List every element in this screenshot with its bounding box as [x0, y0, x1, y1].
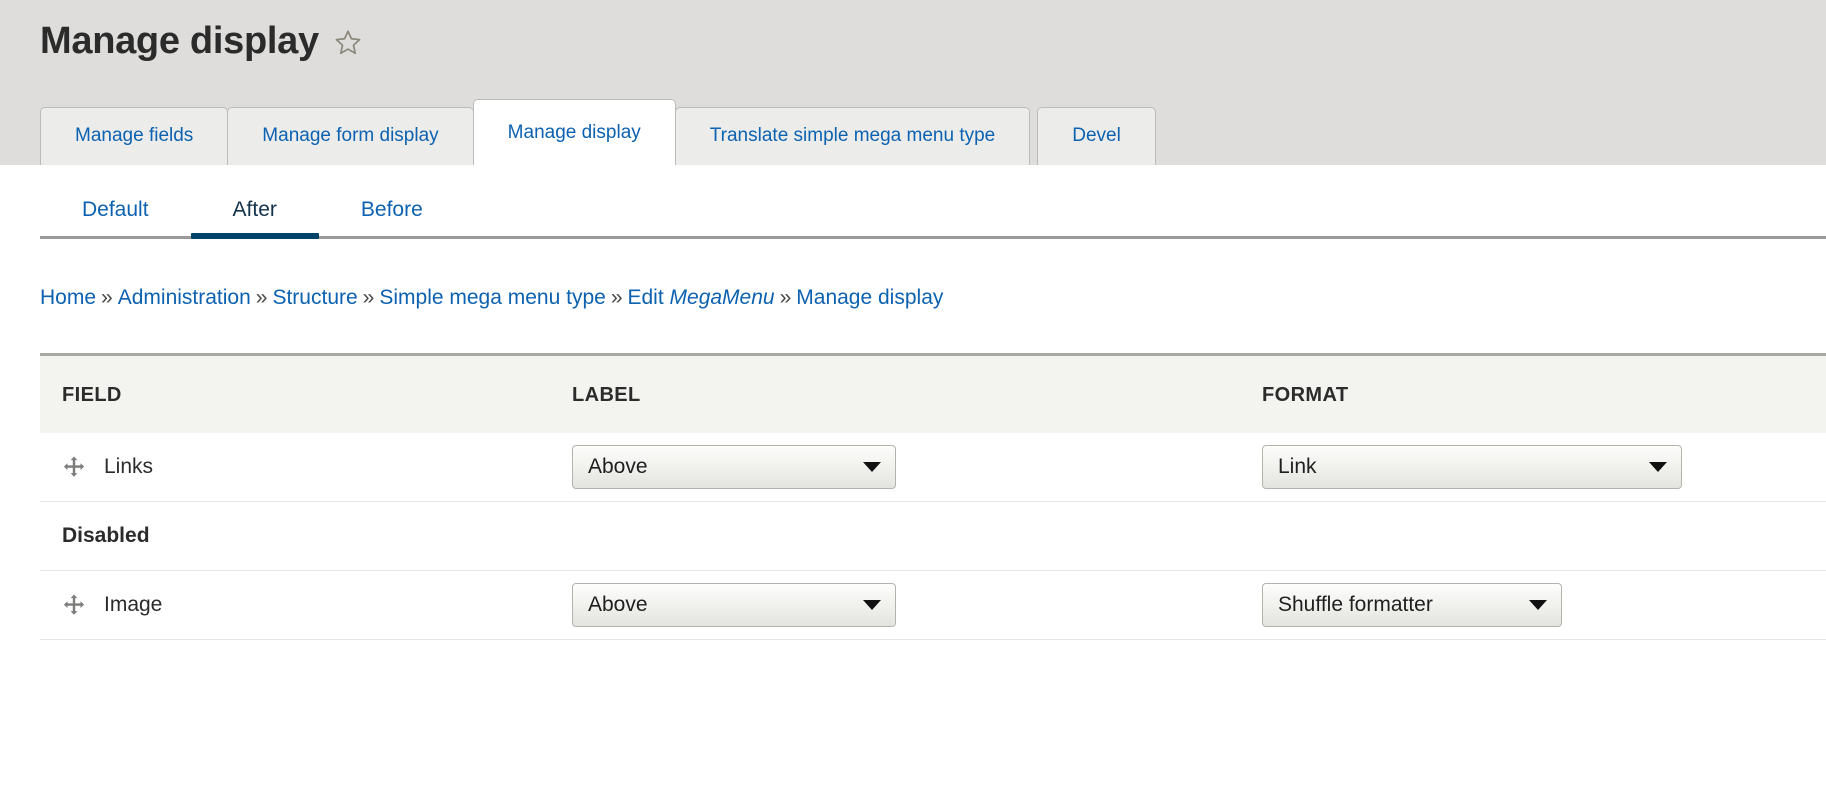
tab-manage-fields[interactable]: Manage fields — [40, 107, 229, 165]
table-row-region-disabled: Disabled — [40, 501, 1826, 572]
page-header: Manage display Manage fields Manage form… — [0, 0, 1826, 165]
column-header-format: FORMAT — [1262, 353, 1826, 434]
page-title-row: Manage display — [0, 0, 1826, 60]
subtab-before[interactable]: Before — [319, 199, 465, 236]
label-display-select[interactable]: Above — [572, 445, 896, 490]
breadcrumb-edit-label: Edit — [627, 286, 664, 309]
chevron-down-icon — [863, 600, 881, 611]
select-value: Shuffle formatter — [1278, 593, 1433, 617]
breadcrumb-item-edit[interactable]: Edit MegaMenu — [628, 286, 775, 309]
table-row: Links Above Link — [40, 433, 1826, 503]
cell-format: Link — [1262, 433, 1826, 503]
tab-label: Translate simple mega menu type — [709, 124, 996, 146]
field-name-wrapper: Links — [40, 433, 572, 501]
label-display-select[interactable]: Above — [572, 583, 896, 628]
table-body: Links Above Link Disabled Image Above Sh… — [40, 433, 1826, 641]
cell-label: Above — [572, 570, 1262, 641]
column-header-field: FIELD — [40, 353, 572, 434]
field-name-wrapper: Image — [40, 571, 572, 639]
subtab-label: Before — [360, 198, 423, 221]
cell-region-title: Disabled — [40, 501, 572, 572]
main-content: Default After Before Home» Administration… — [0, 165, 1826, 641]
select-value: Link — [1278, 455, 1317, 479]
select-value: Above — [588, 455, 648, 479]
move-handle-icon[interactable] — [62, 593, 86, 617]
column-header-label: LABEL — [572, 353, 1262, 434]
breadcrumb: Home» Administration» Structure» Simple meg… — [0, 239, 1826, 311]
cell-label: Above — [572, 433, 1262, 503]
star-icon[interactable] — [333, 28, 363, 58]
cell-region-format — [1262, 501, 1826, 572]
tab-label: Manage form display — [262, 124, 439, 146]
select-value: Above — [588, 593, 648, 617]
manage-display-table: FIELD LABEL FORMAT Links Above Link Disa… — [40, 353, 1826, 641]
secondary-tab-bar: Default After Before — [0, 165, 1826, 239]
chevron-down-icon — [1529, 600, 1547, 611]
cell-region-label — [572, 501, 1262, 572]
table-head: FIELD LABEL FORMAT — [40, 353, 1826, 434]
breadcrumb-edit-entity: MegaMenu — [669, 286, 775, 309]
table-header-row: FIELD LABEL FORMAT — [40, 353, 1826, 434]
breadcrumb-item-simple-mega-menu-type[interactable]: Simple mega menu type — [379, 286, 605, 309]
breadcrumb-item-home[interactable]: Home — [40, 286, 96, 309]
primary-tab-bar: Manage fields Manage form display Manage… — [40, 99, 1826, 165]
tab-manage-display[interactable]: Manage display — [472, 99, 676, 165]
field-name: Links — [104, 455, 154, 479]
region-name: Disabled — [62, 524, 150, 548]
subtab-label: After — [232, 198, 277, 221]
subtab-after[interactable]: After — [190, 198, 320, 239]
tab-translate-simple-mega-menu-type[interactable]: Translate simple mega menu type — [674, 107, 1031, 165]
move-handle-icon[interactable] — [62, 455, 86, 479]
breadcrumb-item-administration[interactable]: Administration — [118, 286, 251, 309]
breadcrumb-separator: » — [610, 286, 623, 309]
tab-devel[interactable]: Devel — [1037, 107, 1156, 165]
subtab-default[interactable]: Default — [40, 199, 191, 236]
breadcrumb-item-manage-display[interactable]: Manage display — [796, 286, 943, 309]
chevron-down-icon — [863, 462, 881, 473]
page-title: Manage display — [40, 20, 319, 62]
tab-label: Manage display — [507, 121, 641, 143]
tab-label: Manage fields — [75, 124, 194, 146]
chevron-down-icon — [1649, 462, 1667, 473]
format-select[interactable]: Link — [1262, 445, 1682, 490]
breadcrumb-item-structure[interactable]: Structure — [272, 286, 357, 309]
breadcrumb-separator: » — [779, 286, 792, 309]
table-row: Image Above Shuffle formatter — [40, 570, 1826, 641]
region-name-wrapper: Disabled — [40, 502, 572, 570]
cell-field: Links — [40, 433, 572, 503]
subtab-label: Default — [82, 198, 149, 221]
breadcrumb-separator: » — [101, 286, 113, 309]
format-select[interactable]: Shuffle formatter — [1262, 583, 1562, 628]
breadcrumb-separator: » — [255, 286, 268, 309]
breadcrumb-separator: » — [362, 286, 375, 309]
cell-field: Image — [40, 570, 572, 641]
field-name: Image — [104, 593, 163, 617]
tab-label: Devel — [1072, 124, 1121, 146]
tab-manage-form-display[interactable]: Manage form display — [227, 107, 474, 165]
cell-format: Shuffle formatter — [1262, 570, 1826, 641]
